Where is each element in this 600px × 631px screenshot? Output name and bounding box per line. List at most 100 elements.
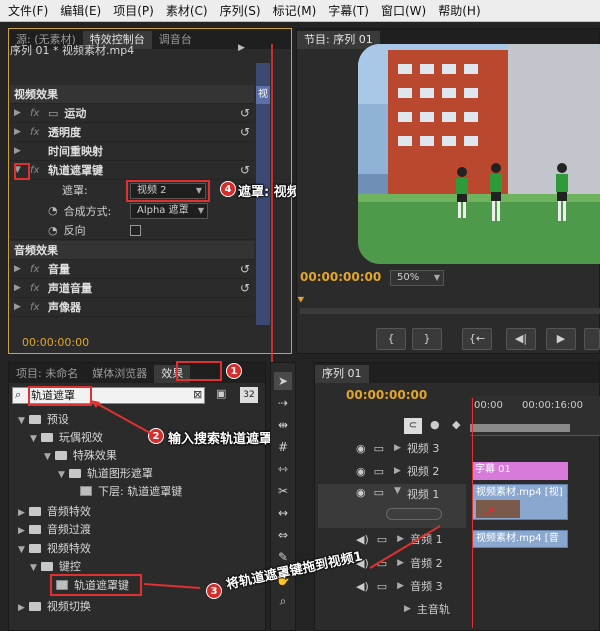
menu-help[interactable]: 帮助(H) [438, 2, 480, 19]
menu-edit[interactable]: 编辑(E) [60, 2, 101, 19]
fps-32-icon[interactable]: 32 [240, 387, 258, 403]
expand-icon[interactable]: ▶ [14, 146, 24, 156]
effect-controls-timecode[interactable]: 00:00:00:00 [22, 336, 89, 349]
tab-program[interactable]: 节目: 序列 01 [297, 31, 380, 49]
collapse-icon[interactable]: ▶ [238, 43, 245, 53]
menu-window[interactable]: 窗口(W) [381, 2, 426, 19]
reset-icon[interactable]: ↺ [240, 106, 250, 120]
step-forward-button[interactable] [584, 328, 600, 350]
program-timecode[interactable]: 00:00:00:00 [300, 270, 381, 284]
annotation-badge-1: 1 [226, 363, 242, 379]
fx-icon[interactable]: fx [30, 302, 48, 313]
fx-icon[interactable]: fx [30, 165, 48, 176]
timeline-ruler[interactable]: 00:00 00:00:16:00 [470, 396, 600, 436]
reset-icon[interactable]: ↺ [240, 281, 250, 295]
menu-title[interactable]: 字幕(T) [328, 2, 369, 19]
keyframe-icon[interactable]: ◆ [452, 418, 460, 431]
expand-icon[interactable]: ▶ [14, 283, 24, 293]
rate-stretch-tool-icon[interactable]: ⇿ [274, 460, 292, 478]
audio-clip[interactable]: 视频素材.mp4 [音 [472, 530, 568, 548]
reverse-checkbox[interactable] [130, 225, 141, 236]
effect-track-matte-key[interactable]: ▼ fx 轨道遮罩键 ↺ [10, 161, 254, 180]
track-video-3[interactable]: ◉ ▭ ▶ 视频 3 [318, 437, 466, 459]
reset-icon[interactable]: ↺ [240, 262, 250, 276]
composite-dropdown[interactable]: Alpha 遮罩 ▼ [130, 203, 208, 219]
collapse-icon[interactable]: ▼ [18, 416, 25, 426]
program-video-frame [358, 44, 600, 264]
snap-icon[interactable]: ⊂ [404, 418, 422, 434]
folder-icon [40, 562, 53, 571]
step-back-button[interactable]: ◀| [506, 328, 536, 350]
expand-icon[interactable]: ▶ [18, 508, 25, 518]
tab-sequence[interactable]: 序列 01 [315, 365, 369, 383]
track-video-2[interactable]: ◉ ▭ ▶ 视频 2 [318, 460, 466, 482]
collapse-icon[interactable]: ▼ [44, 452, 51, 462]
reset-icon[interactable]: ↺ [240, 163, 250, 177]
fx-icon[interactable]: fx [30, 127, 48, 138]
expand-icon[interactable]: ▶ [18, 603, 25, 613]
effect-panner[interactable]: ▶ fx 声像器 [10, 298, 254, 317]
selection-tool-icon[interactable]: ➤ [274, 372, 292, 390]
tree-presets[interactable]: ▼ 预设 [18, 411, 69, 429]
play-button[interactable]: ▶ [546, 328, 576, 350]
effect-channel-volume[interactable]: ▶ fx 声道音量 ↺ [10, 279, 254, 298]
tree-track-graphic-matte[interactable]: ▼ 轨道图形遮罩 [58, 465, 153, 483]
ripple-edit-tool-icon[interactable]: ⇹ [274, 416, 292, 434]
menu-project[interactable]: 项目(P) [113, 2, 154, 19]
collapse-icon[interactable]: ▼ [30, 563, 37, 573]
reset-icon[interactable]: ↺ [240, 125, 250, 139]
goto-in-button[interactable]: {← [462, 328, 492, 350]
tab-media-browser[interactable]: 媒体浏览器 [85, 365, 154, 383]
eye-icon[interactable]: ◉ [356, 465, 366, 478]
expand-icon[interactable]: ▶ [394, 466, 401, 476]
tree-video-transitions[interactable]: ▶ 视频切换 [18, 598, 91, 616]
search-icon: ⌕ [15, 388, 22, 401]
collapse-icon[interactable]: ▼ [394, 486, 401, 496]
expand-icon[interactable]: ▶ [14, 264, 24, 274]
fx-icon[interactable]: fx [30, 283, 48, 294]
playhead-line[interactable] [472, 398, 473, 628]
effect-volume[interactable]: ▶ fx 音量 ↺ [10, 260, 254, 279]
tab-project[interactable]: 项目: 未命名 [9, 365, 85, 383]
playhead-marker-icon[interactable]: ⯆ [296, 293, 306, 308]
menu-clip[interactable]: 素材(C) [166, 2, 208, 19]
clear-search-icon[interactable]: ⊠ [193, 388, 202, 401]
menu-file[interactable]: 文件(F) [8, 2, 48, 19]
effect-opacity[interactable]: ▶ fx 透明度 ↺ [10, 123, 254, 142]
tree-audio-transitions[interactable]: ▶ 音频过渡 [18, 521, 91, 539]
effect-motion[interactable]: ▶ fx ▭ 运动 ↺ [10, 104, 254, 123]
tree-video-effects[interactable]: ▼ 视频特效 [18, 540, 91, 558]
mark-in-button[interactable]: { [376, 328, 406, 350]
stopwatch-icon[interactable]: ◔ [48, 224, 58, 237]
timeline-timecode[interactable]: 00:00:00:00 [346, 388, 427, 402]
fx-icon[interactable]: fx [30, 108, 48, 119]
drop-target-arrow: ➚ [484, 504, 496, 520]
tree-audio-effects[interactable]: ▶ 音频特效 [18, 503, 91, 521]
collapse-icon[interactable]: ▼ [18, 545, 25, 555]
menu-sequence[interactable]: 序列(S) [220, 2, 261, 19]
rolling-edit-tool-icon[interactable]: # [274, 438, 292, 456]
title-clip[interactable]: 字幕 01 [472, 462, 568, 480]
collapse-icon[interactable]: ▼ [58, 470, 65, 480]
effect-time-remap[interactable]: ▶ 时间重映射 [10, 142, 254, 161]
new-bin-icon[interactable]: ▣ [216, 387, 232, 403]
stopwatch-icon[interactable]: ◔ [48, 204, 58, 217]
eye-icon[interactable]: ◉ [356, 442, 366, 455]
sync-lock-icon[interactable]: ▭ [374, 465, 384, 478]
mark-out-button[interactable]: } [412, 328, 442, 350]
expand-icon[interactable]: ▶ [394, 443, 401, 453]
expand-icon[interactable]: ▶ [14, 108, 24, 118]
expand-icon[interactable]: ▶ [14, 302, 24, 312]
collapse-icon[interactable]: ▼ [30, 434, 37, 444]
fx-icon[interactable]: fx [30, 264, 48, 275]
track-select-tool-icon[interactable]: ⇢ [274, 394, 292, 412]
tree-special-effects[interactable]: ▼ 特殊效果 [44, 447, 117, 465]
expand-icon[interactable]: ▶ [14, 127, 24, 137]
zoom-dropdown[interactable]: 50% ▼ [390, 270, 444, 286]
work-area-bar[interactable] [470, 424, 570, 432]
menu-marker[interactable]: 标记(M) [273, 2, 317, 19]
marker-icon[interactable]: ● [430, 418, 440, 431]
expand-icon[interactable]: ▶ [18, 526, 25, 536]
sync-lock-icon[interactable]: ▭ [374, 442, 384, 455]
program-scrubber[interactable] [300, 308, 600, 314]
